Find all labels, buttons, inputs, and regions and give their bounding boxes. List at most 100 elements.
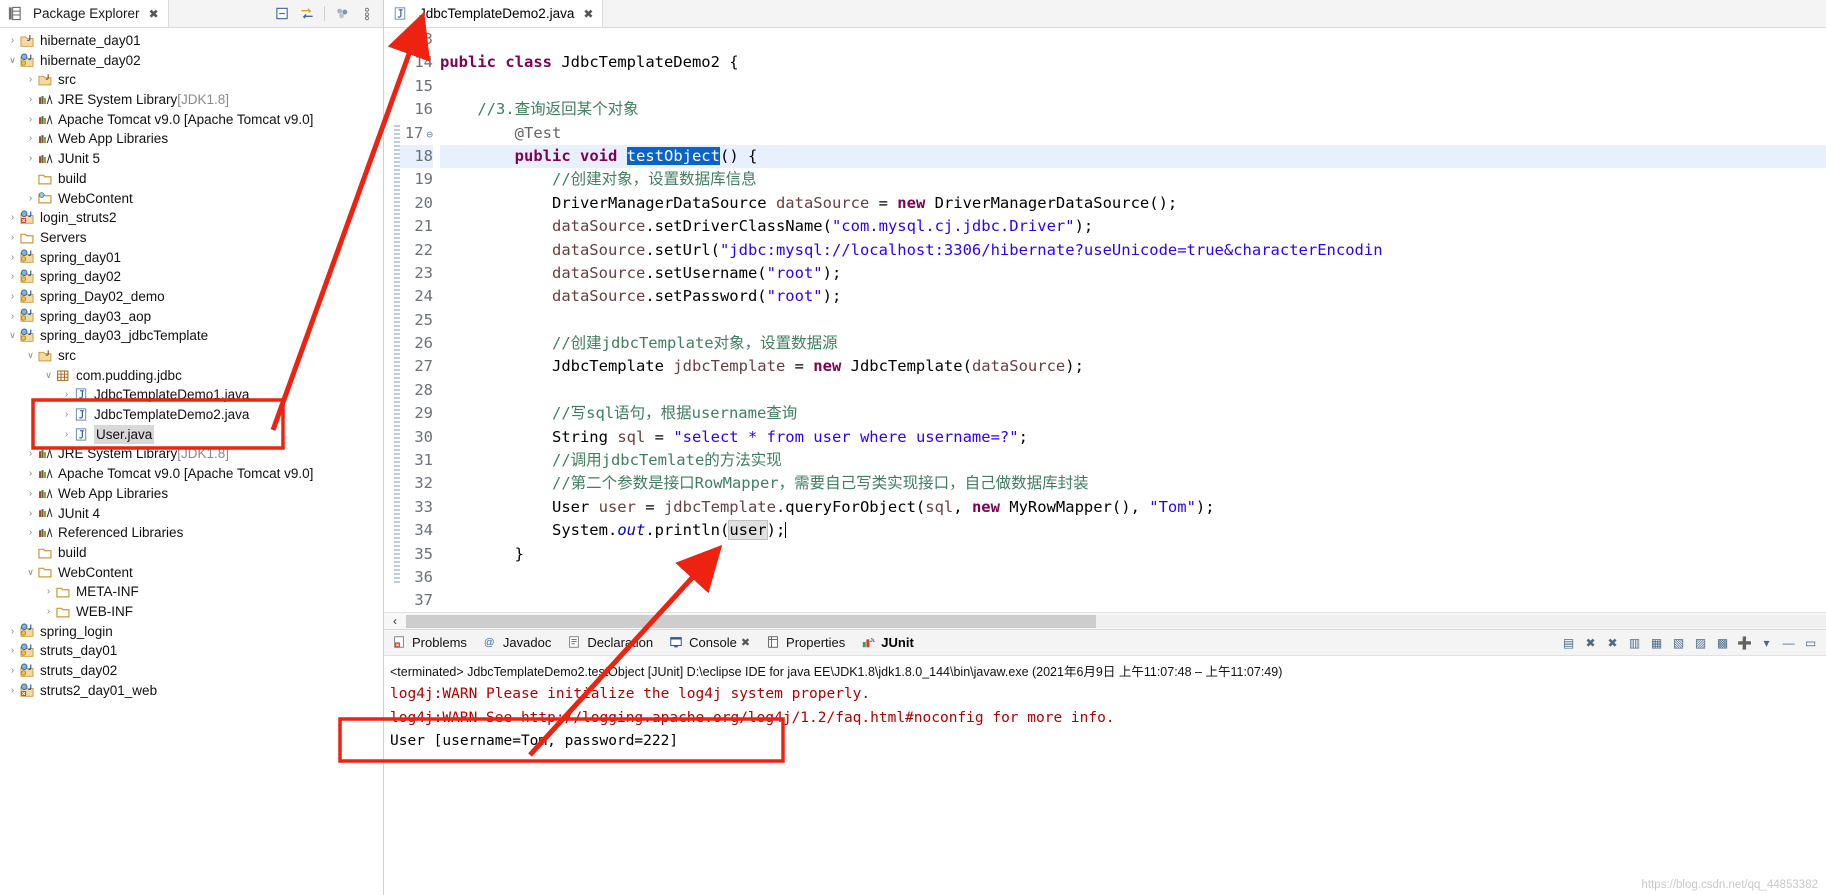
tab-package-explorer[interactable]: Package Explorer ✖ [0,0,169,27]
tree-item-src[interactable]: › src [0,70,383,90]
code-line[interactable]: @Test [440,122,1826,145]
tree-item-spring-day02[interactable]: › spring_day02 [0,267,383,287]
tree-item-jdbctemplatedemo2-java[interactable]: › JdbcTemplateDemo2.java [0,405,383,425]
chevron-right-icon[interactable]: › [6,307,19,327]
chevron-right-icon[interactable]: › [6,208,19,228]
tree-item-struts2-day01-web[interactable]: › struts2_day01_web [0,681,383,701]
code-line[interactable]: DriverManagerDataSource dataSource = new… [440,192,1826,215]
chevron-right-icon[interactable]: › [60,425,73,445]
chevron-right-icon[interactable]: › [24,129,37,149]
clear-console-icon[interactable]: ▤ [1561,635,1576,650]
code-line[interactable]: public class JdbcTemplateDemo2 { [440,51,1826,74]
code-line[interactable]: System.out.println(user); [440,519,1826,542]
code-line[interactable]: User user = jdbcTemplate.queryForObject(… [440,496,1826,519]
tree-item-jre-system-library[interactable]: › JRE System Library [JDK1.8] [0,444,383,464]
code-line[interactable] [440,589,1826,612]
tree-item-junit-4[interactable]: › JUnit 4 [0,504,383,524]
chevron-right-icon[interactable]: › [24,70,37,90]
code-line[interactable] [440,309,1826,332]
code-line[interactable]: dataSource.setPassword("root"); [440,285,1826,308]
chevron-right-icon[interactable]: › [6,287,19,307]
tree-item-build[interactable]: › build [0,169,383,189]
link-with-editor-icon[interactable] [299,6,315,22]
pin-console-icon[interactable]: ▩ [1715,635,1730,650]
code-line[interactable]: public void testObject() { [440,144,1826,169]
code-line[interactable]: //3.查询返回某个对象 [440,98,1826,121]
chevron-right-icon[interactable]: › [24,189,37,209]
chevron-right-icon[interactable]: › [24,484,37,504]
code-line[interactable] [440,379,1826,402]
chevron-right-icon[interactable]: › [24,523,37,543]
code-line[interactable]: } [440,543,1826,566]
tree-item-junit-5[interactable]: › JUnit 5 [0,149,383,169]
code-line[interactable]: //调用jdbcTemlate的方法实现 [440,449,1826,472]
word-wrap-icon[interactable]: ▨ [1693,635,1708,650]
tree-item-user-java[interactable]: › User.java [0,424,383,445]
tree-item-build[interactable]: › build [0,543,383,563]
tree-item-referenced-libraries[interactable]: › Referenced Libraries [0,523,383,543]
tree-item-spring-login[interactable]: › spring_login [0,622,383,642]
tree-item-webcontent[interactable]: ∨ WebContent [0,563,383,583]
tab-jdbctemplatedemo2[interactable]: JdbcTemplateDemo2.java ✖ [384,0,604,27]
chevron-right-icon[interactable]: › [42,582,55,602]
editor-horizontal-scrollbar[interactable]: ‹ [384,612,1826,629]
source-code[interactable]: public class JdbcTemplateDemo2 { //3.查询返… [440,28,1826,612]
tree-item-jre-system-library[interactable]: › JRE System Library [JDK1.8] [0,90,383,110]
terminate-icon[interactable]: ✖ [1583,635,1598,650]
chevron-down-icon[interactable]: ∨ [6,326,19,346]
chevron-right-icon[interactable]: › [6,622,19,642]
tree-item-webcontent[interactable]: › WebContent [0,189,383,209]
code-line[interactable]: dataSource.setUsername("root"); [440,262,1826,285]
view-menu-chevron-icon[interactable] [359,6,375,22]
code-line[interactable]: String sql = "select * from user where u… [440,426,1826,449]
chevron-right-icon[interactable]: › [6,641,19,661]
view-menu-icon[interactable] [334,6,350,22]
code-line[interactable]: //写sql语句，根据username查询 [440,402,1826,425]
code-line[interactable] [440,75,1826,98]
close-icon[interactable]: ✖ [583,7,593,21]
chevron-right-icon[interactable]: › [24,169,37,189]
chevron-right-icon[interactable]: › [24,464,37,484]
scroll-left-icon[interactable]: ‹ [384,614,406,628]
scrollbar-track[interactable] [1096,614,1826,628]
tree-item-struts-day01[interactable]: › struts_day01 [0,641,383,661]
chevron-right-icon[interactable]: › [24,504,37,524]
tree-item-apache-tomcat-v9-0-apache-tomcat-v9-0[interactable]: › Apache Tomcat v9.0 [Apache Tomcat v9.0] [0,464,383,484]
code-line[interactable]: JdbcTemplate jdbcTemplate = new JdbcTemp… [440,355,1826,378]
new-console-view-icon[interactable]: ➕ [1737,635,1752,650]
tree-item-web-app-libraries[interactable]: › Web App Libraries [0,129,383,149]
console-tab-junit[interactable]: Ju JUnit [853,635,922,651]
scroll-lock-icon[interactable]: ▧ [1671,635,1686,650]
remove-launch-icon[interactable]: ✖ [1605,635,1620,650]
code-line[interactable]: //创建jdbcTemplate对象，设置数据源 [440,332,1826,355]
tree-item-spring-day03-aop[interactable]: › spring_day03_aop [0,307,383,327]
chevron-right-icon[interactable]: › [60,405,73,425]
tree-item-web-app-libraries[interactable]: › Web App Libraries [0,484,383,504]
chevron-right-icon[interactable]: › [24,149,37,169]
chevron-right-icon[interactable]: › [60,385,73,405]
console-tab-properties[interactable]: Properties [758,635,853,651]
maximize-icon[interactable]: ▭ [1803,635,1818,650]
chevron-right-icon[interactable]: › [6,31,19,51]
tree-item-apache-tomcat-v9-0-apache-tomcat-v9-0[interactable]: › Apache Tomcat v9.0 [Apache Tomcat v9.0] [0,110,383,130]
code-line[interactable] [440,28,1826,51]
tree-item-struts-day02[interactable]: › struts_day02 [0,661,383,681]
scrollbar-thumb[interactable] [406,614,1096,628]
chevron-right-icon[interactable]: › [42,602,55,622]
tree-item-hibernate-day02[interactable]: ∨ hibernate_day02 [0,51,383,71]
chevron-right-icon[interactable]: › [6,228,19,248]
chevron-right-icon[interactable]: › [6,661,19,681]
tree-item-jdbctemplatedemo1-java[interactable]: › JdbcTemplateDemo1.java [0,385,383,405]
tree-item-spring-day02-demo[interactable]: › spring_Day02_demo [0,287,383,307]
minimize-icon[interactable]: — [1781,635,1796,650]
code-line[interactable] [440,566,1826,589]
console-menu-chevron-icon[interactable]: ▾ [1759,635,1774,650]
tree-item-com-pudding-jdbc[interactable]: ∨ com.pudding.jdbc [0,366,383,386]
chevron-right-icon[interactable]: › [6,248,19,268]
chevron-down-icon[interactable]: ∨ [24,346,37,366]
project-tree[interactable]: › hibernate_day01 ∨ hibernate_day02 › src › JRE… [0,28,383,895]
display-selected-console-icon[interactable]: ▥ [1627,635,1642,650]
console-tab-problems[interactable]: Problems [384,635,475,651]
code-editor[interactable]: 13 14 15 16 17 ⊖ 18 19 20 21 22 23 24 25 26 27 28 29 30 31 3… [384,28,1826,612]
tree-item-src[interactable]: ∨ src [0,346,383,366]
